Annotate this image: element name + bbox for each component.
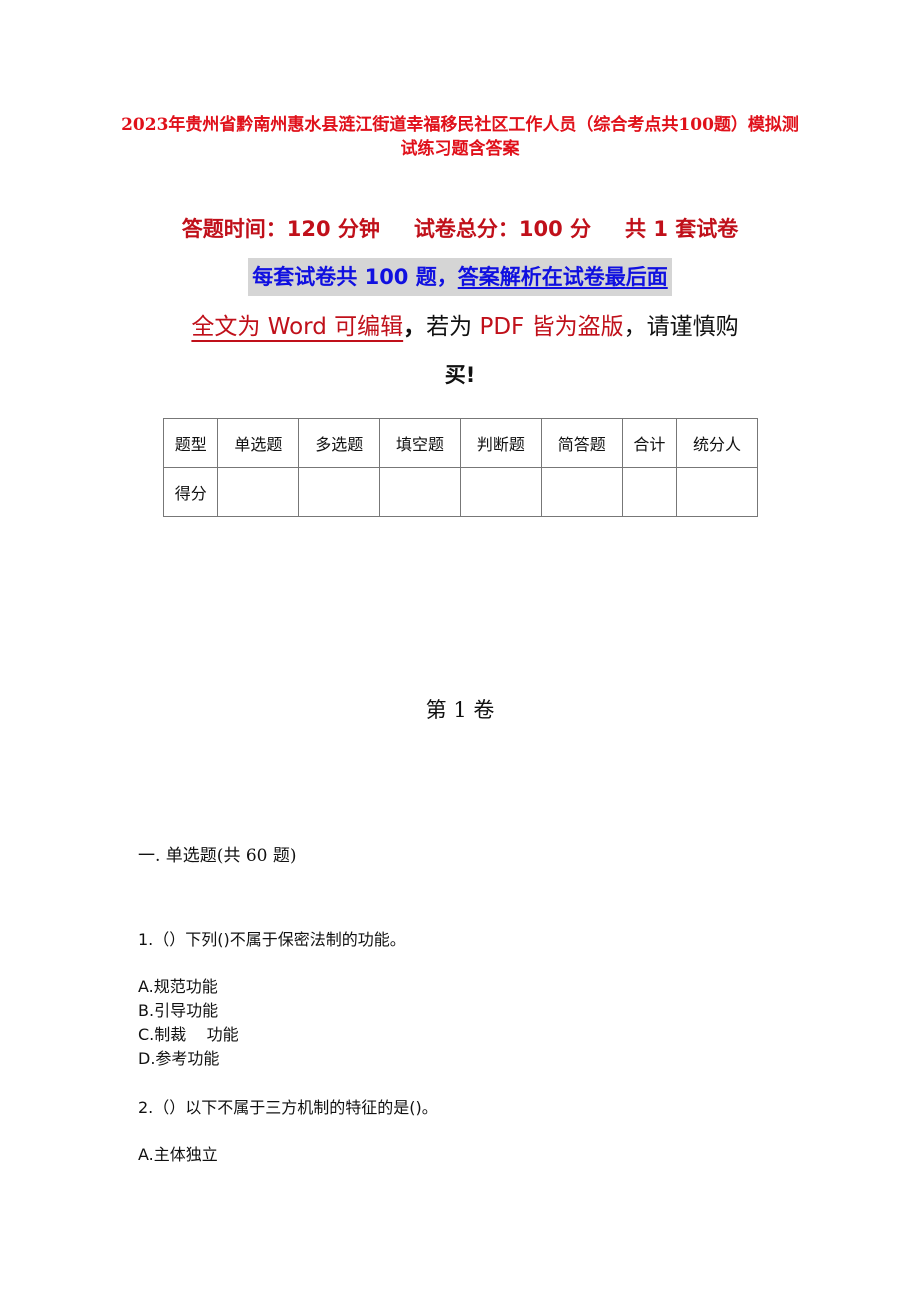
header-cell: 合计: [621, 418, 678, 468]
notice-answer-location: 答案解析在试卷最后面: [457, 265, 668, 289]
question-1-option-a: A.规范功能: [138, 977, 218, 996]
exam-time: 答题时间：120 分钟: [181, 217, 380, 241]
copyright-warning: 全文为 Word 可编辑，若为 PDF 皆为盗版，请谨慎购: [150, 306, 780, 348]
volume-heading: 第 1 卷: [425, 698, 495, 722]
score-cell: [621, 467, 678, 517]
exam-info: 答题时间：120 分钟 试卷总分：100 分 共 1 套试卷: [0, 212, 920, 246]
header-cell: 填空题: [379, 418, 461, 468]
question-1-option-b: B.引导功能: [138, 1001, 219, 1020]
warning-comma: ，: [403, 314, 427, 340]
score-cell: [379, 467, 461, 517]
warning-line-2: 买!: [444, 363, 476, 387]
header-cell: 题型: [162, 418, 219, 468]
question-1-option-c: C.制裁 功能: [138, 1025, 239, 1044]
header-cell: 多选题: [298, 418, 381, 468]
header-cell: 判断题: [459, 418, 542, 468]
score-table-row: 得分: [162, 467, 758, 517]
notice-question-count: 每套试卷共 100 题，: [252, 265, 458, 289]
document-title: 2023年贵州省黔南州惠水县涟江街道幸福移民社区工作人员（综合考点共100题）模…: [121, 115, 799, 159]
score-cell: [298, 467, 381, 517]
score-cell: [676, 467, 758, 517]
score-table-header-row: 题型 单选题 多选题 填空题 判断题 简答题 合计 统分人: [162, 418, 758, 468]
notice-text: 每套试卷共 100 题，答案解析在试卷最后面: [248, 258, 672, 296]
notice-banner: 每套试卷共 100 题，答案解析在试卷最后面: [0, 258, 920, 296]
warning-if-pdf: 若为: [426, 314, 480, 340]
score-table: 题型 单选题 多选题 填空题 判断题 简答题 合计 统分人 得分: [162, 418, 758, 517]
header-cell: 单选题: [217, 418, 300, 468]
question-2-text: 2.（）以下不属于三方机制的特征的是()。: [138, 1098, 438, 1117]
question-1-option-d: D.参考功能: [138, 1049, 220, 1068]
score-cell: [459, 467, 542, 517]
warning-caution: ，请谨慎购: [623, 314, 739, 340]
section-heading: 一. 单选题(共 60 题): [138, 846, 297, 866]
pirated-notice: PDF 皆为盗版: [479, 314, 624, 340]
header-cell: 统分人: [676, 418, 758, 468]
row-label-cell: 得分: [162, 467, 219, 517]
header-cell: 简答题: [540, 418, 623, 468]
editable-notice: 全文为 Word 可编辑: [191, 314, 404, 340]
exam-total-score: 试卷总分：100 分: [413, 217, 592, 241]
score-cell: [217, 467, 300, 517]
question-1-text: 1.（）下列()不属于保密法制的功能。: [138, 930, 406, 949]
question-2-option-a: A.主体独立: [138, 1145, 218, 1164]
score-cell: [540, 467, 623, 517]
exam-set-count: 共 1 套试卷: [625, 217, 739, 241]
